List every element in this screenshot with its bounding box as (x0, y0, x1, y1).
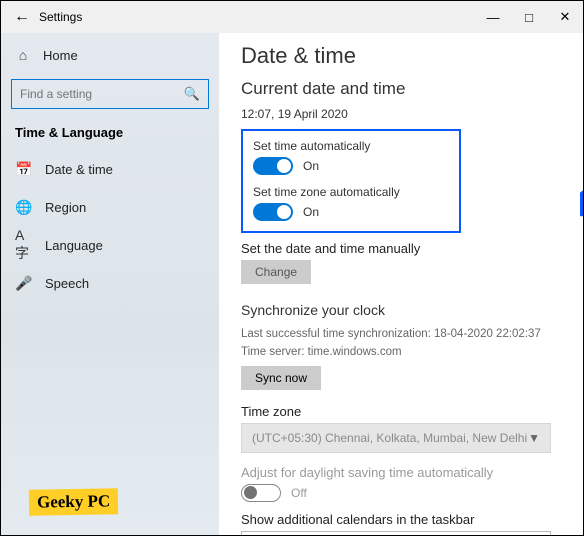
search-box[interactable]: 🔍 (11, 79, 209, 109)
current-datetime-value: 12:07, 19 April 2020 (241, 107, 561, 121)
branding-logo: Geeky PC (29, 489, 118, 515)
sidebar-item-region[interactable]: 🌐 Region (1, 188, 219, 226)
globe-icon: 🌐 (15, 199, 33, 216)
close-button[interactable]: ✕ (547, 1, 583, 33)
titlebar: ← Settings ― □ ✕ (1, 1, 583, 33)
highlight-box: Set time automatically On Set time zone … (241, 129, 461, 233)
search-icon: 🔍 (184, 86, 200, 102)
calendars-label: Show additional calendars in the taskbar (241, 512, 561, 527)
sidebar: ⌂ Home 🔍 Time & Language 📅 Date & time 🌐… (1, 33, 219, 535)
auto-time-state: On (303, 159, 319, 173)
sync-server: Time server: time.windows.com (241, 344, 561, 360)
search-input[interactable] (20, 87, 184, 101)
dst-state: Off (291, 486, 307, 500)
timezone-value: (UTC+05:30) Chennai, Kolkata, Mumbai, Ne… (252, 431, 527, 445)
annotation-arrow (580, 157, 583, 217)
sidebar-item-date-time[interactable]: 📅 Date & time (1, 150, 219, 188)
microphone-icon: 🎤 (15, 275, 33, 292)
section-current-datetime: Current date and time (241, 79, 561, 99)
page-title: Date & time (241, 43, 561, 69)
dst-label: Adjust for daylight saving time automati… (241, 465, 561, 480)
sidebar-item-label: Date & time (45, 162, 113, 177)
branding-text: Geeky PC (29, 488, 119, 516)
language-icon: A字 (15, 227, 33, 263)
back-icon[interactable]: ← (11, 8, 33, 26)
calendars-select[interactable]: Don't show additional calendars ▼ (241, 531, 551, 535)
sidebar-item-label: Region (45, 200, 86, 215)
auto-tz-toggle[interactable] (253, 203, 293, 221)
manual-label: Set the date and time manually (241, 241, 561, 256)
sidebar-home-label: Home (43, 48, 78, 63)
sync-now-button[interactable]: Sync now (241, 366, 321, 390)
sidebar-item-language[interactable]: A字 Language (1, 226, 219, 264)
content: Date & time Current date and time 12:07,… (219, 33, 583, 535)
change-button[interactable]: Change (241, 260, 311, 284)
window-title: Settings (39, 10, 475, 24)
sync-last: Last successful time synchronization: 18… (241, 326, 561, 342)
maximize-button[interactable]: □ (511, 1, 547, 33)
sync-title: Synchronize your clock (241, 302, 561, 318)
auto-time-toggle[interactable] (253, 157, 293, 175)
minimize-button[interactable]: ― (475, 1, 511, 33)
auto-time-label: Set time automatically (253, 139, 449, 153)
timezone-label: Time zone (241, 404, 561, 419)
sidebar-item-label: Language (45, 238, 103, 253)
auto-tz-state: On (303, 205, 319, 219)
sidebar-category: Time & Language (1, 119, 219, 146)
sidebar-item-speech[interactable]: 🎤 Speech (1, 264, 219, 302)
sidebar-home[interactable]: ⌂ Home (1, 37, 219, 73)
sidebar-item-label: Speech (45, 276, 89, 291)
calendar-clock-icon: 📅 (15, 161, 33, 178)
timezone-select: (UTC+05:30) Chennai, Kolkata, Mumbai, Ne… (241, 423, 551, 453)
dst-toggle (241, 484, 281, 502)
chevron-down-icon: ▼ (528, 431, 540, 445)
auto-tz-label: Set time zone automatically (253, 185, 449, 199)
home-icon: ⌂ (15, 47, 31, 63)
